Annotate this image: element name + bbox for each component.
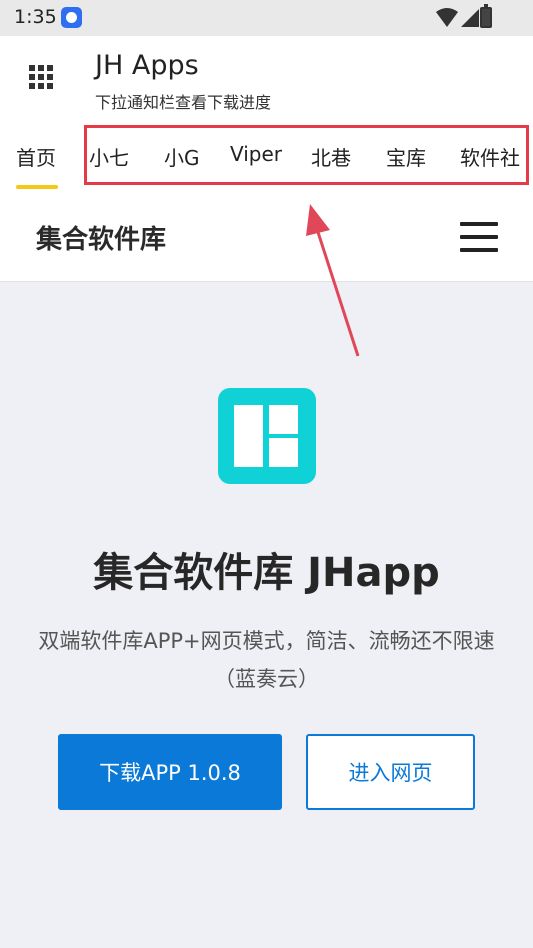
app-grid-logo-icon <box>218 388 316 484</box>
browser-c-icon <box>61 7 82 28</box>
signal-icon <box>461 9 479 27</box>
web-header: 集合软件库 <box>0 190 533 282</box>
annotation-arrow <box>306 204 360 357</box>
app-subtitle: 下拉通知栏查看下载进度 <box>95 93 272 112</box>
hamburger-menu-icon[interactable] <box>460 222 498 252</box>
battery-icon <box>480 4 492 28</box>
tab-home[interactable]: 首页 <box>16 142 56 171</box>
status-time: 1:35 <box>14 6 57 28</box>
status-bar: 1:35 <box>0 0 533 36</box>
download-app-button[interactable]: 下载APP 1.0.8 <box>58 734 282 810</box>
tab-bar: 首页 小七 小G Viper 北巷 宝库 软件社 <box>0 118 533 190</box>
app-title: JH Apps <box>95 50 199 81</box>
hero-description: 双端软件库APP+网页模式，简洁、流畅还不限速（蓝奏云） <box>38 629 495 691</box>
grid-menu-icon[interactable] <box>29 65 53 89</box>
wifi-icon <box>436 8 458 27</box>
site-title: 集合软件库 <box>36 225 167 255</box>
active-tab-indicator <box>16 185 58 189</box>
enter-web-button[interactable]: 进入网页 <box>306 734 475 810</box>
app-header: JH Apps 下拉通知栏查看下载进度 <box>0 36 533 118</box>
annotation-highlight-box <box>84 125 529 185</box>
hero-title: 集合软件库 JHapp <box>93 550 440 596</box>
